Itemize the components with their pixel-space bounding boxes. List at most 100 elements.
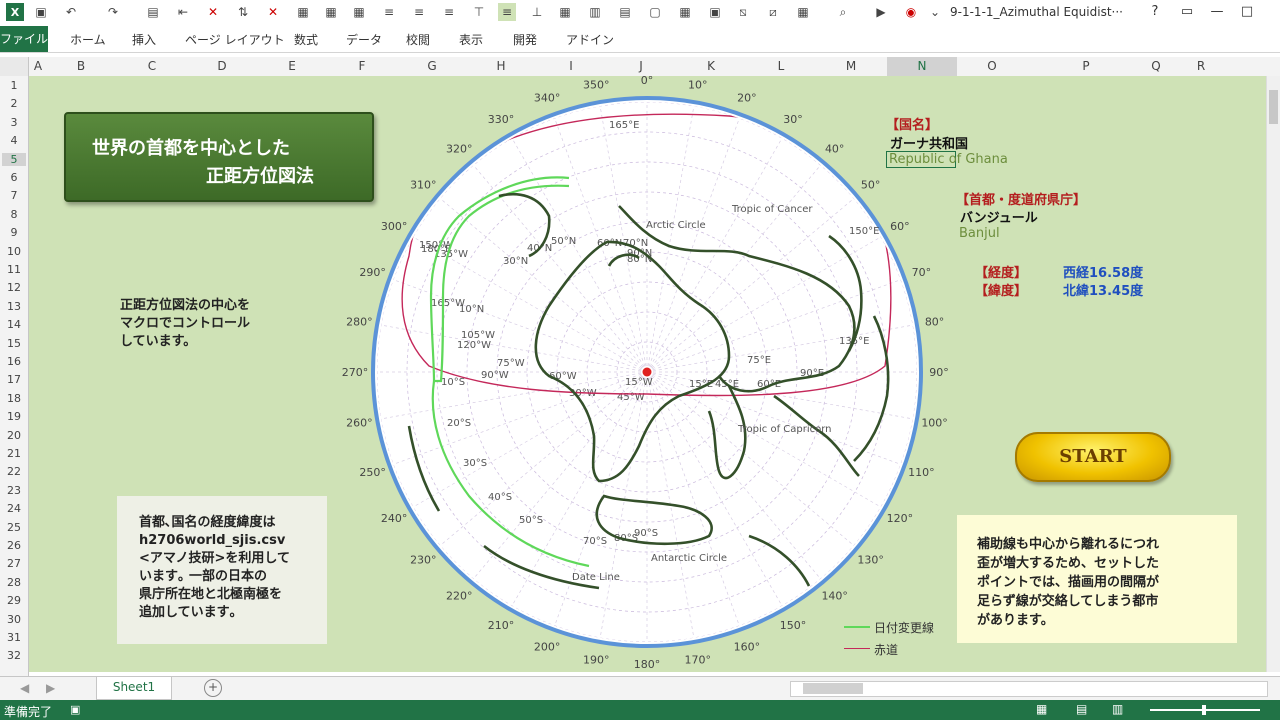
vertical-scroll-thumb[interactable] — [1269, 90, 1278, 124]
help-button[interactable]: ? — [1144, 2, 1166, 22]
align-right-icon[interactable]: ≡ — [440, 3, 458, 21]
column-header[interactable]: P — [1076, 59, 1096, 73]
tab-data[interactable]: データ — [346, 31, 382, 48]
row-header[interactable]: 30 — [2, 613, 26, 626]
row-header[interactable]: 12 — [2, 281, 26, 294]
tab-formulas[interactable]: 数式 — [294, 31, 318, 48]
row-header[interactable]: 18 — [2, 392, 26, 405]
clear-icon[interactable]: ✕ — [264, 3, 282, 21]
grid-icon-1[interactable]: ▦ — [294, 3, 312, 21]
page-break-view-icon[interactable]: ▥ — [1112, 702, 1123, 716]
column-header[interactable]: E — [282, 59, 302, 73]
diagonal-icon-1[interactable]: ⧅ — [734, 3, 752, 21]
column-header-selected[interactable]: N — [887, 57, 957, 78]
column-header[interactable]: G — [422, 59, 442, 73]
column-header[interactable]: M — [841, 59, 861, 73]
save-icon[interactable]: ▣ — [32, 3, 50, 21]
row-header[interactable]: 27 — [2, 557, 26, 570]
next-sheet-icon[interactable]: ▶ — [46, 681, 55, 695]
grid-icon-3[interactable]: ▦ — [350, 3, 368, 21]
row-header[interactable]: 1 — [2, 79, 26, 92]
row-header[interactable]: 10 — [2, 245, 26, 258]
horizontal-scrollbar[interactable] — [790, 681, 1268, 697]
column-header[interactable]: F — [352, 59, 372, 73]
add-sheet-icon[interactable]: + — [204, 679, 222, 697]
stop-macro-icon[interactable]: ◉ — [902, 3, 920, 21]
row-header[interactable]: 14 — [2, 318, 26, 331]
tab-developer[interactable]: 開発 — [513, 31, 537, 48]
tab-insert[interactable]: 挿入 — [132, 31, 156, 48]
grid-icon-2[interactable]: ▦ — [322, 3, 340, 21]
row-header[interactable]: 31 — [2, 631, 26, 644]
row-header[interactable]: 7 — [2, 189, 26, 202]
delete-icon[interactable]: ✕ — [204, 3, 222, 21]
column-header[interactable]: A — [30, 59, 46, 73]
row-header[interactable]: 25 — [2, 521, 26, 534]
ribbon-display-icon[interactable]: ▭ — [1176, 2, 1198, 22]
tab-addins[interactable]: アドイン — [566, 31, 614, 48]
row-header[interactable]: 6 — [2, 171, 26, 184]
row-header[interactable]: 24 — [2, 502, 26, 515]
row-header[interactable]: 28 — [2, 576, 26, 589]
minimize-button[interactable]: — — [1206, 2, 1228, 22]
page-layout-view-icon[interactable]: ▤ — [1076, 702, 1087, 716]
tab-view[interactable]: 表示 — [459, 31, 483, 48]
border-icon-7[interactable]: ▦ — [794, 3, 812, 21]
row-header[interactable]: 20 — [2, 429, 26, 442]
sheet-tab-sheet1[interactable]: Sheet1 — [96, 677, 172, 700]
tab-home[interactable]: ホーム — [70, 31, 106, 48]
zoom-slider-thumb[interactable] — [1202, 705, 1206, 715]
column-header[interactable]: B — [71, 59, 91, 73]
border-icon-5[interactable]: ▦ — [676, 3, 694, 21]
column-header[interactable]: I — [561, 59, 581, 73]
row-header[interactable]: 22 — [2, 465, 26, 478]
row-header[interactable]: 8 — [2, 208, 26, 221]
column-header[interactable]: D — [212, 59, 232, 73]
customize-qat-icon[interactable]: ⌄ — [926, 3, 944, 21]
align-middle-icon[interactable]: ≡ — [498, 3, 516, 21]
column-header[interactable]: R — [1191, 59, 1211, 73]
tab-review[interactable]: 校閲 — [406, 31, 430, 48]
row-header[interactable]: 9 — [2, 226, 26, 239]
row-header[interactable]: 32 — [2, 649, 26, 662]
diagonal-icon-2[interactable]: ⧄ — [764, 3, 782, 21]
run-macro-icon[interactable]: ▶ — [872, 3, 890, 21]
country-name-en-cell[interactable]: Republic of Ghana — [886, 151, 1008, 168]
select-all-corner[interactable] — [0, 57, 29, 76]
zoom-icon[interactable]: ⌕ — [834, 3, 852, 21]
border-icon-2[interactable]: ▥ — [586, 3, 604, 21]
border-icon-1[interactable]: ▦ — [556, 3, 574, 21]
tab-page-layout[interactable]: ページ レイアウト — [185, 31, 285, 48]
align-top-icon[interactable]: ⊤ — [470, 3, 488, 21]
column-header[interactable]: Q — [1146, 59, 1166, 73]
row-header[interactable]: 2 — [2, 97, 26, 110]
tab-file[interactable]: ファイル — [0, 26, 48, 52]
toolbar-icon-1[interactable]: ▤ — [144, 3, 162, 21]
align-bottom-icon[interactable]: ⊥ — [528, 3, 546, 21]
column-header[interactable]: C — [142, 59, 162, 73]
row-header[interactable]: 5 — [2, 152, 26, 166]
row-header[interactable]: 21 — [2, 447, 26, 460]
row-header[interactable]: 16 — [2, 355, 26, 368]
column-header[interactable]: H — [491, 59, 511, 73]
column-header[interactable]: L — [771, 59, 791, 73]
border-icon-4[interactable]: ▢ — [646, 3, 664, 21]
row-header[interactable]: 29 — [2, 594, 26, 607]
row-header[interactable]: 26 — [2, 539, 26, 552]
normal-view-icon[interactable]: ▦ — [1036, 702, 1047, 716]
horizontal-scroll-thumb[interactable] — [803, 683, 863, 694]
row-header[interactable]: 23 — [2, 484, 26, 497]
row-header[interactable]: 4 — [2, 134, 26, 147]
toolbar-icon-2[interactable]: ⇤ — [174, 3, 192, 21]
border-icon-3[interactable]: ▤ — [616, 3, 634, 21]
border-icon-6[interactable]: ▣ — [706, 3, 724, 21]
prev-sheet-icon[interactable]: ◀ — [20, 681, 29, 695]
undo-icon[interactable]: ↶ — [62, 3, 80, 21]
sort-icon[interactable]: ⇅ — [234, 3, 252, 21]
start-button[interactable]: START — [1015, 432, 1171, 482]
redo-icon[interactable]: ↷ — [104, 3, 122, 21]
macro-record-icon[interactable]: ▣ — [70, 703, 80, 716]
worksheet-area[interactable]: 0° 10° 20° 30° 40° 50° 60° 70° 80° 90° 100° 110° 120… — [29, 76, 1266, 672]
row-header[interactable]: 11 — [2, 263, 26, 276]
align-left-icon[interactable]: ≡ — [380, 3, 398, 21]
